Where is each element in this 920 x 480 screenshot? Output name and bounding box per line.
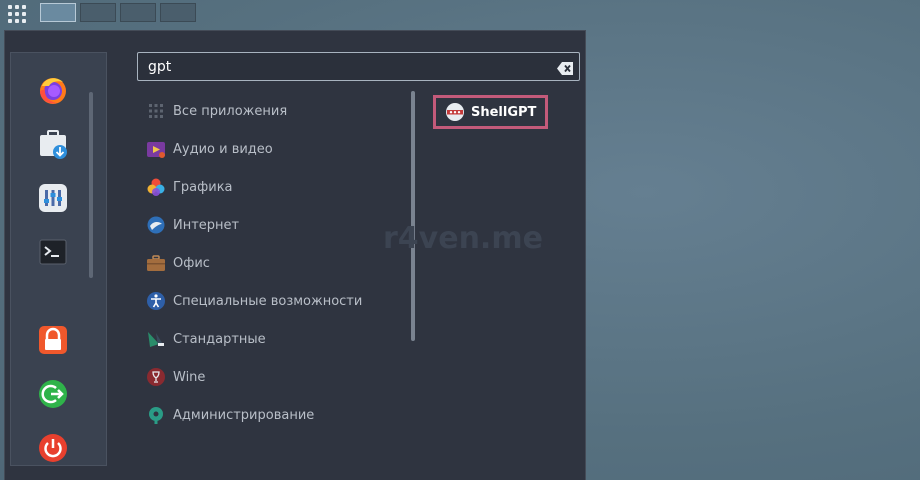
backspace-clear-icon[interactable] xyxy=(557,60,573,75)
result-label: ShellGPT xyxy=(471,104,537,120)
category-administration[interactable]: Администрирование xyxy=(138,400,400,430)
application-menu: Все приложения Аудио и видео xyxy=(4,30,586,480)
category-all-apps[interactable]: Все приложения xyxy=(138,96,400,126)
category-label: Интернет xyxy=(173,217,240,233)
watermark: r4ven.me xyxy=(383,221,543,256)
accessories-icon xyxy=(146,329,166,349)
firefox-icon[interactable] xyxy=(36,73,70,107)
favorites-sidebar xyxy=(10,52,107,466)
category-accessibility[interactable]: Специальные возможности xyxy=(138,286,400,316)
shellgpt-icon xyxy=(445,102,465,122)
category-label: Аудио и видео xyxy=(173,141,273,157)
favorites-scrollbar[interactable] xyxy=(89,92,93,278)
workspace-3[interactable] xyxy=(120,3,156,22)
search-input[interactable] xyxy=(148,57,548,77)
category-label: Все приложения xyxy=(173,103,288,119)
result-item-shellgpt[interactable]: ShellGPT xyxy=(433,95,548,129)
app-grid-icon[interactable] xyxy=(6,3,28,23)
category-label: Стандартные xyxy=(173,331,266,347)
settings-sliders-icon[interactable] xyxy=(36,181,70,215)
power-icon[interactable] xyxy=(36,431,70,465)
category-audio-video[interactable]: Аудио и видео xyxy=(138,134,400,164)
audio-video-icon xyxy=(146,139,166,159)
briefcase-icon xyxy=(146,253,166,273)
category-label: Wine xyxy=(173,369,206,385)
category-label: Графика xyxy=(173,179,233,195)
category-label: Администрирование xyxy=(173,407,315,423)
app-grid-icon xyxy=(146,101,166,121)
category-office[interactable]: Офис xyxy=(138,248,400,278)
admin-gear-icon xyxy=(146,405,166,425)
software-install-icon[interactable] xyxy=(36,127,70,161)
category-graphics[interactable]: Графика xyxy=(138,172,400,202)
globe-icon xyxy=(146,215,166,235)
search-field[interactable] xyxy=(137,52,580,81)
category-label: Офис xyxy=(173,255,210,271)
workspace-4[interactable] xyxy=(160,3,196,22)
top-panel xyxy=(0,0,920,26)
accessibility-icon xyxy=(146,291,166,311)
category-internet[interactable]: Интернет xyxy=(138,210,400,240)
lock-icon[interactable] xyxy=(36,323,70,357)
logout-icon[interactable] xyxy=(36,377,70,411)
workspace-1[interactable] xyxy=(40,3,76,22)
wine-icon xyxy=(146,367,166,387)
category-label: Специальные возможности xyxy=(173,293,363,309)
category-wine[interactable]: Wine xyxy=(138,362,400,392)
workspace-2[interactable] xyxy=(80,3,116,22)
graphics-icon xyxy=(146,177,166,197)
category-scrollbar[interactable] xyxy=(411,91,415,341)
category-accessories[interactable]: Стандартные xyxy=(138,324,400,354)
terminal-icon[interactable] xyxy=(36,235,70,269)
